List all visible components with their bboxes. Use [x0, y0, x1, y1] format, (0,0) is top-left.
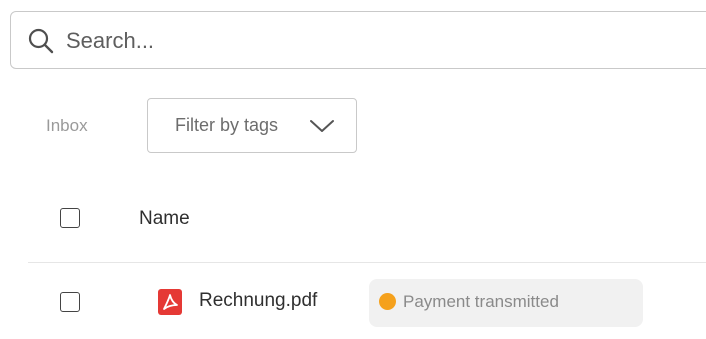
status-badge: Payment transmitted [369, 279, 643, 327]
search-bar[interactable] [10, 11, 706, 69]
search-input[interactable] [66, 24, 666, 58]
filter-by-tags-label: Filter by tags [175, 115, 279, 135]
document-list-page: Inbox Filter by tags Name Rechnung.pdf P… [0, 0, 706, 339]
file-name[interactable]: Rechnung.pdf [199, 290, 317, 312]
name-column-header[interactable]: Name [139, 208, 190, 230]
row-checkbox[interactable] [60, 292, 80, 312]
select-all-checkbox[interactable] [60, 208, 80, 228]
filter-by-tags-dropdown[interactable]: Filter by tags [147, 98, 357, 153]
status-text: Payment transmitted [403, 292, 559, 311]
inbox-label: Inbox [46, 116, 88, 135]
table-header-divider [28, 262, 706, 263]
chevron-down-icon [310, 120, 334, 132]
search-icon [28, 28, 54, 54]
pdf-icon [158, 289, 182, 315]
status-dot [379, 293, 396, 310]
